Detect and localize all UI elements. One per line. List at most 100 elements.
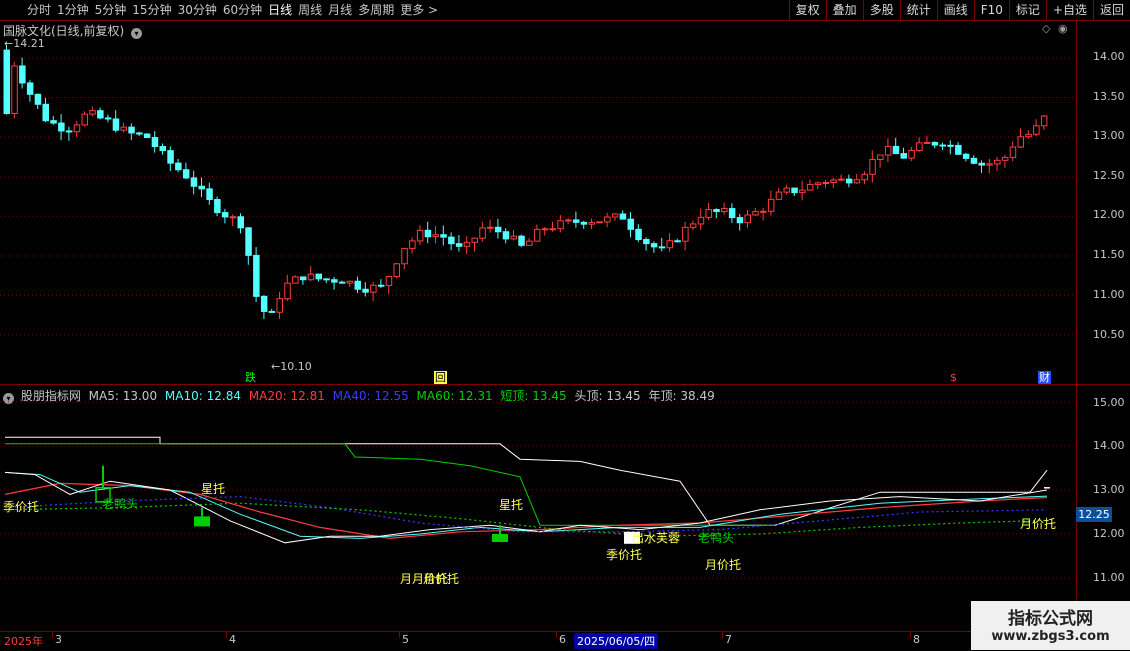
candle-body xyxy=(58,122,65,132)
candle-body xyxy=(182,169,190,179)
date-tick xyxy=(910,632,911,638)
finance-marker[interactable]: 财 xyxy=(1038,371,1051,384)
watermark-url: www.zbgs3.com xyxy=(991,629,1110,644)
candle-body xyxy=(315,273,322,280)
candle-body xyxy=(1009,146,1017,158)
candle-body xyxy=(884,145,892,156)
candle-body xyxy=(744,214,751,224)
date-tick xyxy=(399,632,400,638)
candle-body xyxy=(432,234,439,238)
mark-button[interactable]: 标记 xyxy=(1008,0,1046,20)
dollar-marker[interactable]: $ xyxy=(950,371,957,384)
candle-body xyxy=(237,216,244,229)
tab-60min[interactable]: 60分钟 xyxy=(220,0,265,20)
date-axis: 2025年 3 4 5 6 2025/06/05/四 7 8 xyxy=(0,631,1076,651)
tab-intraday[interactable]: 分时 xyxy=(24,0,54,20)
tab-30min[interactable]: 30分钟 xyxy=(175,0,220,20)
candle-body xyxy=(221,212,229,218)
candle-body xyxy=(89,110,96,115)
candle-body xyxy=(346,280,354,284)
tab-15min[interactable]: 15分钟 xyxy=(129,0,174,20)
lotus-label: 出水芙蓉 xyxy=(632,531,681,545)
candle-body xyxy=(994,159,1001,165)
return-marker[interactable]: 回 xyxy=(434,371,447,384)
season-support-label-2: 季价托 xyxy=(606,548,643,562)
candle-body xyxy=(487,226,494,229)
candle-body xyxy=(175,162,182,171)
candle-body xyxy=(689,223,697,228)
candle-body xyxy=(596,221,603,224)
candle-body xyxy=(120,126,127,131)
month-support-label-3: 月价托 xyxy=(705,558,742,572)
candle-body xyxy=(877,154,884,161)
back-button[interactable]: 返回 xyxy=(1092,0,1130,20)
candle-body xyxy=(814,182,822,186)
candle-body xyxy=(947,144,954,147)
candle-body xyxy=(190,177,198,187)
candle-body xyxy=(697,216,705,225)
month-support-label-overlap-2: 月价托 xyxy=(423,572,460,586)
tab-weekly[interactable]: 周线 xyxy=(295,0,325,20)
candle-body xyxy=(962,153,970,159)
arrow-left-icon: ← xyxy=(271,360,281,373)
draw-line-button[interactable]: 画线 xyxy=(936,0,974,20)
price-axis-label: 12.50 xyxy=(1093,169,1125,182)
candle-body xyxy=(1033,125,1040,135)
tab-daily[interactable]: 日线 xyxy=(265,0,295,20)
statistics-button[interactable]: 统计 xyxy=(899,0,937,20)
indicator-chart[interactable] xyxy=(0,385,1076,631)
candle-body xyxy=(104,117,112,120)
candle-body xyxy=(338,281,346,284)
watermark-title: 指标公式网 xyxy=(1008,609,1093,629)
candle-body xyxy=(806,184,814,191)
candle-body xyxy=(73,124,81,133)
candle-body xyxy=(830,179,837,183)
candle-body xyxy=(900,153,907,159)
candle-body xyxy=(557,220,564,230)
candle-body xyxy=(916,142,923,151)
month-support-label-4: 月价托 xyxy=(1020,517,1057,531)
candle-body xyxy=(635,228,642,241)
tab-more[interactable]: 更多 > xyxy=(397,0,441,20)
candle-body xyxy=(931,141,939,146)
candle-body xyxy=(1040,115,1048,127)
candle-body xyxy=(1001,156,1009,161)
candle-body xyxy=(97,110,104,119)
tab-1min[interactable]: 1分钟 xyxy=(54,0,92,20)
candle-body xyxy=(510,235,517,240)
candle-body xyxy=(892,145,900,155)
add-watchlist-button[interactable]: +自选 xyxy=(1045,0,1093,20)
tab-multi-period[interactable]: 多周期 xyxy=(355,0,397,20)
f10-button[interactable]: F10 xyxy=(973,0,1009,20)
price-axis-label: 11.00 xyxy=(1093,288,1125,301)
candle-body xyxy=(978,162,985,166)
date-tick xyxy=(722,632,723,638)
candle-body xyxy=(713,209,720,213)
head-top-line xyxy=(5,436,1048,526)
candle-body xyxy=(50,120,57,124)
low-price-label: ←10.10 xyxy=(271,360,312,373)
candle-body xyxy=(775,191,783,200)
candlestick-chart[interactable] xyxy=(0,20,1076,384)
candle-body xyxy=(260,295,268,312)
adjust-button[interactable]: 复权 xyxy=(788,0,826,20)
watermark: 指标公式网 www.zbgs3.com xyxy=(971,601,1130,650)
candle-body xyxy=(440,234,447,238)
tab-monthly[interactable]: 月线 xyxy=(325,0,355,20)
year-label: 2025年 xyxy=(4,635,43,648)
overlay-button[interactable]: 叠加 xyxy=(825,0,863,20)
month-label: 3 xyxy=(55,633,62,646)
candle-body xyxy=(136,132,143,135)
tab-5min[interactable]: 5分钟 xyxy=(92,0,130,20)
candle-body xyxy=(112,118,120,131)
candle-body xyxy=(705,209,712,218)
candle-body xyxy=(845,178,853,184)
candle-body xyxy=(955,144,962,155)
candle-body xyxy=(760,210,767,213)
fall-marker[interactable]: 跌 xyxy=(245,371,256,384)
price-axis-label: 13.50 xyxy=(1093,90,1125,103)
indicator-axis-label: 11.00 xyxy=(1093,571,1125,584)
multi-stock-button[interactable]: 多股 xyxy=(862,0,900,20)
month-label: 6 xyxy=(559,633,566,646)
candle-body xyxy=(541,228,549,231)
